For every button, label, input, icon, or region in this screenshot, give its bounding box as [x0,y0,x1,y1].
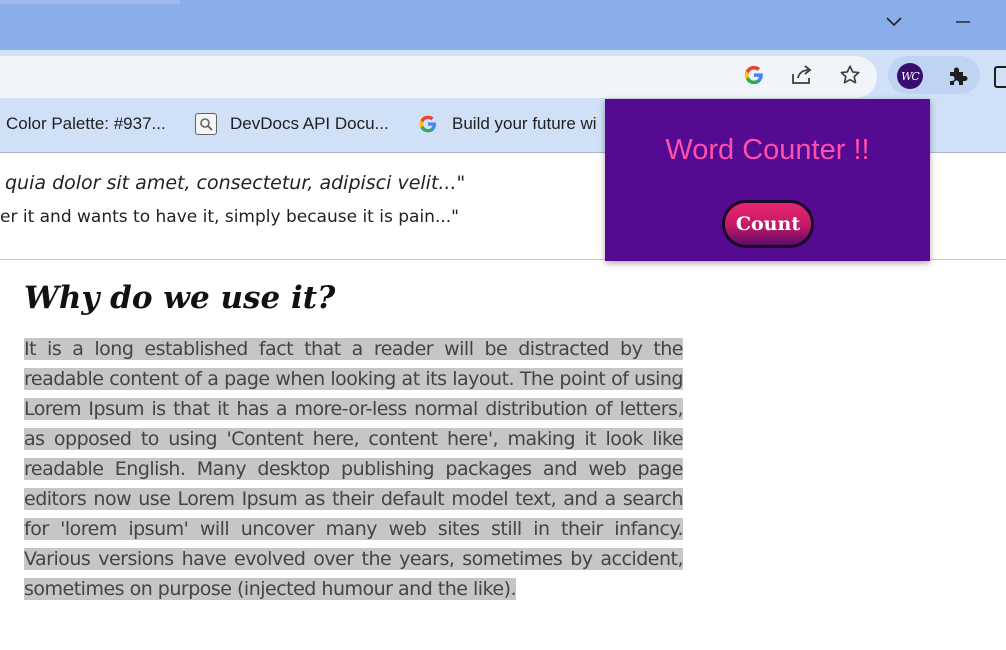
google-icon[interactable] [739,60,769,90]
browser-toolbar [0,50,1006,98]
share-icon[interactable] [787,60,817,90]
bookmark-label: Build your future wi [452,114,597,133]
word-counter-extension-icon[interactable]: WC [895,61,925,91]
count-button[interactable]: Count [722,200,814,248]
bookmark-build-your-future[interactable]: Build your future wi [417,113,597,135]
popup-title: Word Counter !! [665,134,870,166]
bookmark-color-palette[interactable]: Color Palette: #937... [6,113,166,135]
chevron-down-icon[interactable] [877,8,911,36]
side-panel-icon[interactable] [994,66,1006,88]
quote-line-2: er it and wants to have it, simply becau… [0,207,459,227]
extensions-puzzle-icon[interactable] [943,61,973,91]
bookmark-devdocs[interactable]: DevDocs API Docu... [195,113,389,135]
quote-line-1: quia dolor sit amet, consectetur, adipis… [5,172,466,194]
bookmark-star-icon[interactable] [835,60,865,90]
word-counter-popup: Word Counter !! Count [605,99,930,261]
tab-strip-edge [0,0,180,4]
selected-paragraph[interactable]: It is a long established fact that a rea… [24,334,684,604]
bookmark-label: DevDocs API Docu... [230,114,389,133]
paragraph-text: It is a long established fact that a rea… [24,338,684,600]
browser-titlebar [0,0,1006,50]
extension-badge: WC [897,63,923,89]
devdocs-favicon [195,113,217,135]
google-favicon [417,113,439,135]
section-heading: Why do we use it? [24,280,336,316]
minimize-icon[interactable] [946,8,980,36]
bookmark-label: Color Palette: #937... [6,114,166,133]
